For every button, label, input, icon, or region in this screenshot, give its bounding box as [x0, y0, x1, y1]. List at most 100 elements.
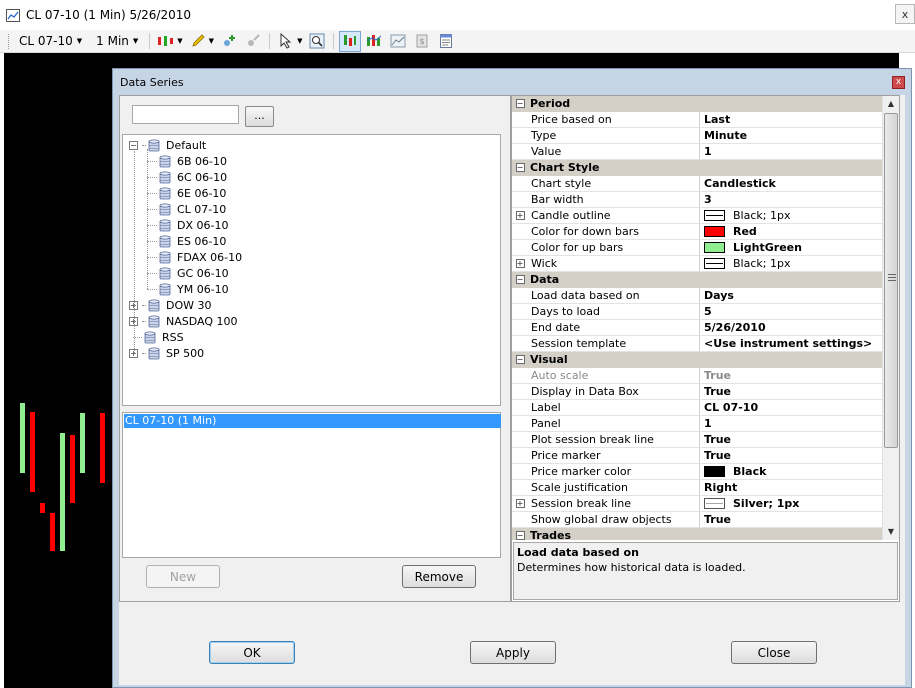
- property-value[interactable]: <Use instrument settings>: [700, 336, 882, 351]
- property-row[interactable]: Scale justification Right: [512, 480, 882, 496]
- tree-node[interactable]: + NASDAQ 100: [129, 313, 238, 329]
- instrument-tree[interactable]: − Default 6B 06-10 6C 06-10 6E 06-10 CL 07-10…: [122, 134, 501, 406]
- scroll-up-icon[interactable]: ▲: [883, 96, 899, 112]
- property-row[interactable]: Price marker color Black: [512, 464, 882, 480]
- property-row[interactable]: Price marker True: [512, 448, 882, 464]
- property-value[interactable]: True: [700, 384, 882, 399]
- property-row[interactable]: Days to load 5: [512, 304, 882, 320]
- tree-leaf[interactable]: FDAX 06-10: [147, 249, 242, 265]
- property-row[interactable]: + Session break line Silver; 1px: [512, 496, 882, 512]
- instrument-dropdown[interactable]: CL 07-10 ▼: [13, 34, 88, 48]
- close-button[interactable]: Close: [731, 641, 817, 664]
- property-value[interactable]: 3: [700, 192, 882, 207]
- window-close-button[interactable]: x: [895, 4, 915, 24]
- expand-icon[interactable]: +: [515, 259, 525, 268]
- property-value[interactable]: True: [700, 512, 882, 527]
- zoom-button[interactable]: [306, 31, 328, 52]
- indicators-button[interactable]: [363, 31, 385, 52]
- property-row[interactable]: + Candle outline Black; 1px: [512, 208, 882, 224]
- property-row[interactable]: Display in Data Box True: [512, 384, 882, 400]
- property-value[interactable]: Black: [700, 464, 882, 479]
- series-list[interactable]: CL 07-10 (1 Min): [122, 412, 501, 558]
- chart-style-button[interactable]: [155, 31, 177, 52]
- tree-leaf[interactable]: DX 06-10: [147, 217, 228, 233]
- chart-properties-button[interactable]: [435, 31, 457, 52]
- property-row[interactable]: Label CL 07-10: [512, 400, 882, 416]
- property-value[interactable]: Silver; 1px: [700, 496, 882, 511]
- property-category[interactable]: − Chart Style: [512, 160, 882, 176]
- series-list-item[interactable]: CL 07-10 (1 Min): [124, 414, 501, 428]
- property-value[interactable]: Minute: [700, 128, 882, 143]
- pointer-button[interactable]: [275, 31, 297, 52]
- property-grid[interactable]: − Period Price based on Last Type Minute Value…: [512, 96, 882, 540]
- dialog-titlebar[interactable]: Data Series: [113, 69, 911, 95]
- tree-leaf[interactable]: CL 07-10: [147, 201, 226, 217]
- collapse-icon[interactable]: −: [515, 531, 525, 540]
- tree-leaf[interactable]: YM 06-10: [147, 281, 229, 297]
- property-row[interactable]: Color for up bars LightGreen: [512, 240, 882, 256]
- chevron-down-icon[interactable]: ▼: [297, 37, 302, 45]
- property-value[interactable]: True: [700, 448, 882, 463]
- property-value[interactable]: 5: [700, 304, 882, 319]
- collapse-icon[interactable]: −: [515, 275, 525, 284]
- property-value[interactable]: CL 07-10: [700, 400, 882, 415]
- trade-button[interactable]: $: [411, 31, 433, 52]
- chevron-down-icon[interactable]: ▼: [209, 37, 214, 45]
- property-value[interactable]: LightGreen: [700, 240, 882, 255]
- property-value[interactable]: Candlestick: [700, 176, 882, 191]
- scrollbar-thumb[interactable]: [884, 113, 898, 448]
- tree-leaf[interactable]: GC 06-10: [147, 265, 229, 281]
- property-row[interactable]: Show global draw objects True: [512, 512, 882, 528]
- tree-node[interactable]: + SP 500: [129, 345, 204, 361]
- property-value[interactable]: Days: [700, 288, 882, 303]
- chevron-down-icon[interactable]: ▼: [177, 37, 182, 45]
- tree-node[interactable]: − Default: [129, 137, 206, 153]
- tree-leaf[interactable]: ES 06-10: [147, 233, 226, 249]
- collapse-icon[interactable]: −: [515, 99, 525, 108]
- property-row[interactable]: Session template <Use instrument settings…: [512, 336, 882, 352]
- add-indicator-button[interactable]: [218, 31, 240, 52]
- browse-button[interactable]: ...: [245, 106, 274, 127]
- property-row[interactable]: Plot session break line True: [512, 432, 882, 448]
- apply-button[interactable]: Apply: [470, 641, 556, 664]
- remove-button[interactable]: Remove: [402, 565, 476, 588]
- data-series-button[interactable]: [339, 30, 362, 52]
- property-value[interactable]: Last: [700, 112, 882, 127]
- new-button[interactable]: New: [146, 565, 220, 588]
- instrument-search-input[interactable]: [132, 105, 239, 124]
- collapse-icon[interactable]: −: [515, 163, 525, 172]
- drawing-tool-button[interactable]: [187, 31, 209, 52]
- property-category[interactable]: − Period: [512, 96, 882, 112]
- property-grid-scrollbar[interactable]: ▲ ▼: [882, 96, 899, 540]
- tree-leaf[interactable]: 6B 06-10: [147, 153, 227, 169]
- property-row[interactable]: Load data based on Days: [512, 288, 882, 304]
- tree-node[interactable]: + DOW 30: [129, 297, 212, 313]
- property-value[interactable]: Red: [700, 224, 882, 239]
- property-value[interactable]: True: [700, 368, 882, 383]
- property-value[interactable]: 1: [700, 416, 882, 431]
- property-row[interactable]: Color for down bars Red: [512, 224, 882, 240]
- ok-button[interactable]: OK: [209, 641, 295, 664]
- property-row[interactable]: Chart style Candlestick: [512, 176, 882, 192]
- property-row[interactable]: Bar width 3: [512, 192, 882, 208]
- expand-icon[interactable]: +: [515, 211, 525, 220]
- expand-icon[interactable]: +: [515, 499, 525, 508]
- collapse-icon[interactable]: −: [129, 140, 138, 150]
- dialog-close-button[interactable]: x: [892, 76, 905, 89]
- toolbar-grip[interactable]: [8, 33, 11, 49]
- property-value[interactable]: Black; 1px: [700, 208, 882, 223]
- collapse-icon[interactable]: −: [515, 355, 525, 364]
- property-row[interactable]: Panel 1: [512, 416, 882, 432]
- property-row[interactable]: Auto scale True: [512, 368, 882, 384]
- tree-leaf[interactable]: 6C 06-10: [147, 169, 227, 185]
- property-value[interactable]: True: [700, 432, 882, 447]
- property-category[interactable]: − Data: [512, 272, 882, 288]
- property-row[interactable]: Price based on Last: [512, 112, 882, 128]
- scroll-down-icon[interactable]: ▼: [883, 524, 899, 540]
- property-value[interactable]: 5/26/2010: [700, 320, 882, 335]
- tree-leaf[interactable]: 6E 06-10: [147, 185, 226, 201]
- interval-dropdown[interactable]: 1 Min ▼: [90, 34, 144, 48]
- property-row[interactable]: + Wick Black; 1px: [512, 256, 882, 272]
- property-value[interactable]: Right: [700, 480, 882, 495]
- tree-node[interactable]: RSS: [129, 329, 184, 345]
